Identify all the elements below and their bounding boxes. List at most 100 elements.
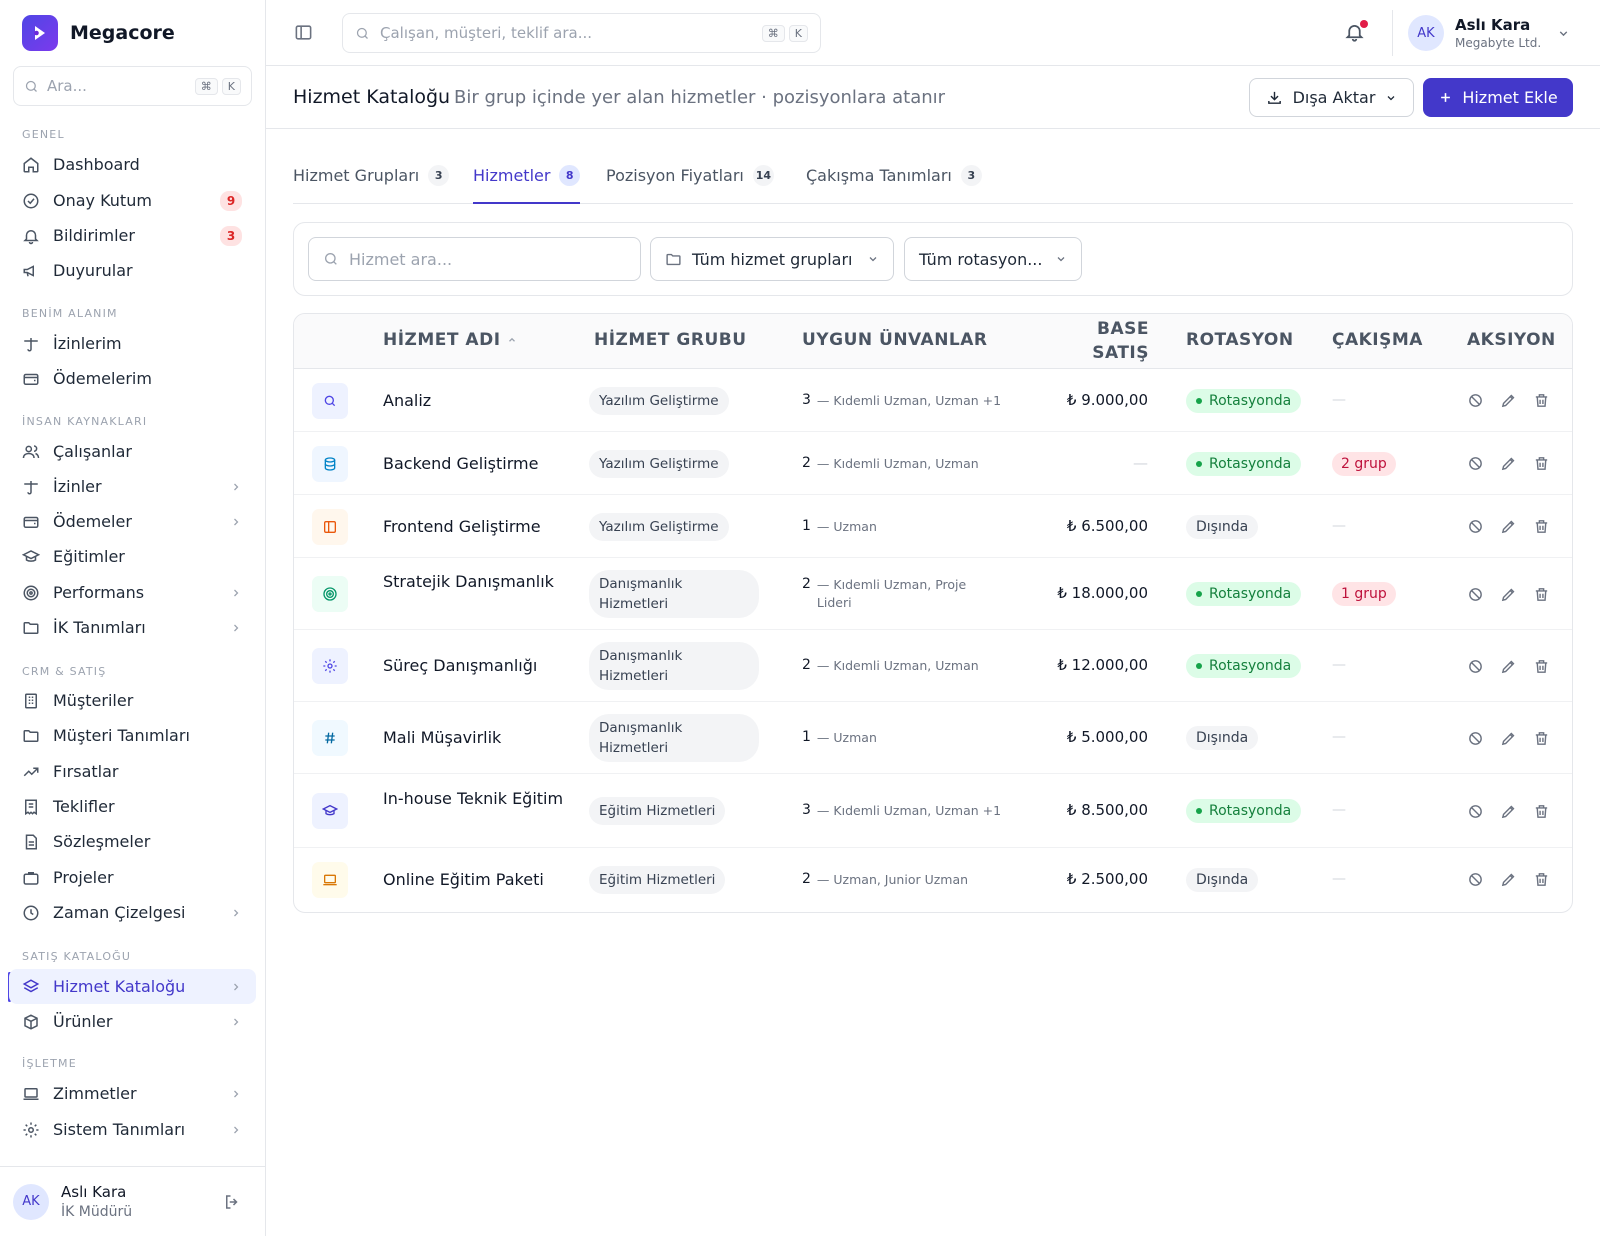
sidebar-item-my-leaves[interactable]: İzinlerim — [9, 326, 256, 361]
export-button[interactable]: Dışa Aktar — [1249, 78, 1414, 117]
disable-icon[interactable] — [1467, 455, 1484, 472]
tab-service-groups[interactable]: Hizmet Grupları 3 — [293, 165, 450, 204]
table-row[interactable]: Analiz Yazılım Geliştirme 3 — Kıdemli Uz… — [294, 369, 1572, 432]
sidebar-item-trainings[interactable]: Eğitimler — [9, 539, 256, 574]
base-price: — — [1133, 453, 1148, 472]
service-name[interactable]: Analiz — [383, 389, 573, 413]
conflict-value: — — [1332, 657, 1346, 673]
tab-position-prices[interactable]: Pozisyon Fiyatları 14 — [606, 165, 774, 204]
sidebar-item-offers[interactable]: Teklifler — [9, 789, 256, 824]
sidebar-item-label: Ürünler — [53, 1012, 113, 1031]
sidebar-item-timesheet[interactable]: Zaman Çizelgesi — [9, 895, 256, 930]
disable-icon[interactable] — [1467, 730, 1484, 747]
edit-icon[interactable] — [1500, 586, 1517, 603]
service-group-select[interactable]: Tüm hizmet grupları — [650, 237, 894, 281]
edit-icon[interactable] — [1500, 392, 1517, 409]
table-row[interactable]: Online Eğitim Paketi Eğitim Hizmetleri 2… — [294, 848, 1572, 911]
th-conflict: ÇAKIŞMA — [1332, 330, 1423, 350]
layers-icon — [22, 978, 40, 992]
sidebar-item-notifications[interactable]: Bildirimler 3 — [9, 218, 256, 253]
tab-services[interactable]: Hizmetler 8 — [473, 165, 580, 204]
sidebar-item-customer-definitions[interactable]: Müşteri Tanımları — [9, 718, 256, 753]
th-eligible-titles: UYGUN ÜNVANLAR — [802, 330, 988, 350]
sidebar-item-service-catalog[interactable]: Hizmet Kataloğu — [9, 969, 256, 1004]
delete-icon[interactable] — [1533, 518, 1550, 535]
sidebar-item-hr-definitions[interactable]: İK Tanımları — [9, 610, 256, 645]
delete-icon[interactable] — [1533, 871, 1550, 888]
sidebar-item-customers[interactable]: Müşteriler — [9, 683, 256, 718]
edit-icon[interactable] — [1500, 455, 1517, 472]
eligible-titles: 2 — Kıdemli Uzman, Uzman — [802, 657, 1002, 675]
home-icon — [23, 156, 39, 172]
trending-up-icon — [23, 767, 39, 776]
add-service-button[interactable]: Hizmet Ekle — [1423, 78, 1573, 117]
title-count: 1 — [802, 729, 811, 745]
edit-icon[interactable] — [1500, 730, 1517, 747]
service-name[interactable]: In-house Teknik Eğitim — [383, 787, 573, 811]
disable-icon[interactable] — [1467, 871, 1484, 888]
sidebar-item-performance[interactable]: Performans — [9, 575, 256, 610]
delete-icon[interactable] — [1533, 455, 1550, 472]
sidebar-toggle-icon[interactable] — [294, 23, 313, 42]
delete-icon[interactable] — [1533, 803, 1550, 820]
disable-icon[interactable] — [1467, 518, 1484, 535]
sidebar-user[interactable]: AK Aslı Kara İK Müdürü — [0, 1166, 265, 1236]
title-count: 2 — [802, 454, 811, 471]
sidebar-item-products[interactable]: Ürünler — [9, 1004, 256, 1039]
sidebar-item-announcements[interactable]: Duyurular — [9, 253, 256, 288]
delete-icon[interactable] — [1533, 392, 1550, 409]
sidebar-item-dashboard[interactable]: Dashboard — [9, 147, 256, 182]
service-group-select-value: Tüm hizmet grupları — [692, 249, 853, 269]
logout-icon[interactable] — [223, 1193, 241, 1211]
disable-icon[interactable] — [1467, 803, 1484, 820]
delete-icon[interactable] — [1533, 658, 1550, 675]
sidebar-item-opportunities[interactable]: Fırsatlar — [9, 754, 256, 789]
disable-icon[interactable] — [1467, 586, 1484, 603]
service-name[interactable]: Stratejik Danışmanlık — [383, 570, 573, 594]
table-row[interactable]: Stratejik Danışmanlık Danışmanlık Hizmet… — [294, 558, 1572, 630]
table-row[interactable]: In-house Teknik Eğitim Eğitim Hizmetleri… — [294, 774, 1572, 848]
avatar: AK — [1408, 15, 1444, 51]
sidebar-item-system-definitions[interactable]: Sistem Tanımları — [9, 1112, 256, 1147]
delete-icon[interactable] — [1533, 586, 1550, 603]
sidebar-item-assets[interactable]: Zimmetler — [9, 1076, 256, 1111]
download-icon — [1267, 91, 1281, 104]
edit-icon[interactable] — [1500, 658, 1517, 675]
rotation-status-badge: Rotasyonda — [1186, 451, 1302, 476]
disable-icon[interactable] — [1467, 392, 1484, 409]
sidebar-search-input[interactable]: Ara... ⌘ K — [13, 66, 252, 106]
sidebar-item-my-payments[interactable]: Ödemelerim — [9, 361, 256, 396]
service-search-input[interactable]: Hizmet ara... — [308, 237, 641, 281]
service-name[interactable]: Frontend Geliştirme — [383, 515, 573, 539]
delete-icon[interactable] — [1533, 730, 1550, 747]
sidebar-item-payments[interactable]: Ödemeler — [9, 504, 256, 539]
table-row[interactable]: Mali Müşavirlik Danışmanlık Hizmetleri 1… — [294, 702, 1572, 774]
gear-icon — [23, 1122, 39, 1137]
rotation-select[interactable]: Tüm rotasyon... — [904, 237, 1082, 281]
service-name[interactable]: Online Eğitim Paketi — [383, 868, 573, 892]
tab-conflict-definitions[interactable]: Çakışma Tanımları 3 — [806, 165, 982, 204]
brand[interactable]: Megacore — [22, 15, 175, 51]
table-row[interactable]: Frontend Geliştirme Yazılım Geliştirme 1… — [294, 495, 1572, 558]
conflict-badge[interactable]: 1 grup — [1332, 582, 1396, 606]
disable-icon[interactable] — [1467, 658, 1484, 675]
sidebar-item-leaves[interactable]: İzinler — [9, 469, 256, 504]
service-name[interactable]: Mali Müşavirlik — [383, 726, 573, 750]
table-row[interactable]: Süreç Danışmanlığı Danışmanlık Hizmetler… — [294, 630, 1572, 702]
sidebar-item-approvals[interactable]: Onay Kutum 9 — [9, 183, 256, 218]
th-service-name[interactable]: HİZMET ADI — [383, 330, 517, 350]
global-search-placeholder: Çalışan, müşteri, teklif ara... — [380, 24, 592, 42]
sidebar-item-employees[interactable]: Çalışanlar — [9, 434, 256, 469]
edit-icon[interactable] — [1500, 518, 1517, 535]
table-row[interactable]: Backend Geliştirme Yazılım Geliştirme 2 … — [294, 432, 1572, 495]
sidebar-item-contracts[interactable]: Sözleşmeler — [9, 824, 256, 859]
user-menu[interactable]: AK Aslı Kara Megabyte Ltd. — [1408, 15, 1570, 51]
sidebar-item-projects[interactable]: Projeler — [9, 860, 256, 895]
conflict-badge[interactable]: 2 grup — [1332, 451, 1396, 476]
global-search-input[interactable]: Çalışan, müşteri, teklif ara... ⌘ K — [342, 13, 821, 53]
edit-icon[interactable] — [1500, 871, 1517, 888]
briefcase-icon — [23, 871, 39, 885]
service-name[interactable]: Backend Geliştirme — [383, 452, 573, 476]
edit-icon[interactable] — [1500, 803, 1517, 820]
service-name[interactable]: Süreç Danışmanlığı — [383, 654, 573, 678]
